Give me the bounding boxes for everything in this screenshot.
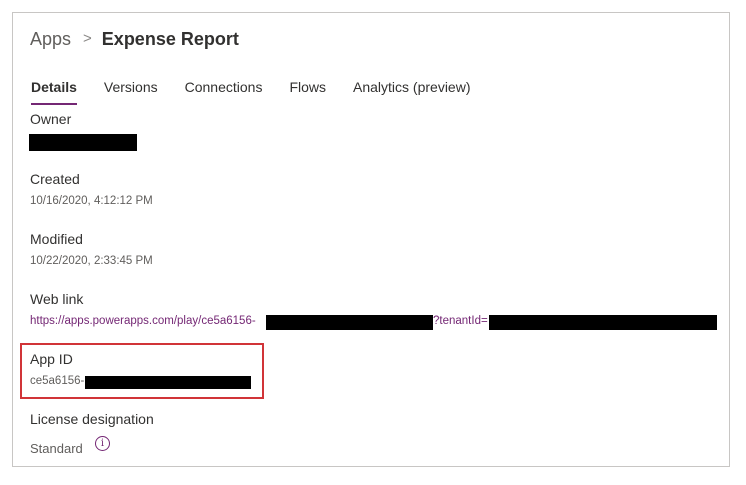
appid-redacted	[85, 376, 251, 389]
app-details-panel: Apps > Expense Report Details Versions C…	[12, 12, 730, 467]
breadcrumb: Apps > Expense Report	[30, 27, 239, 51]
weblink-tenantid-redacted	[489, 315, 717, 330]
license-value: Standard	[30, 441, 83, 456]
chevron-right-icon: >	[83, 30, 92, 47]
weblink-tenant: ?tenantId=	[433, 315, 488, 327]
tab-connections[interactable]: Connections	[185, 77, 263, 105]
license-label: License designation	[30, 411, 154, 427]
created-value: 10/16/2020, 4:12:12 PM	[30, 195, 153, 207]
breadcrumb-apps-link[interactable]: Apps	[30, 27, 71, 51]
tab-flows[interactable]: Flows	[289, 77, 326, 105]
weblink-label: Web link	[30, 291, 84, 307]
modified-label: Modified	[30, 231, 83, 247]
modified-value: 10/22/2020, 2:33:45 PM	[30, 255, 153, 267]
weblink-value[interactable]: https://apps.powerapps.com/play/ce5a6156…	[30, 315, 488, 327]
page-title: Expense Report	[101, 29, 239, 49]
appid-label: App ID	[30, 351, 73, 367]
weblink-appid-redacted	[266, 315, 433, 330]
weblink-prefix: https://apps.powerapps.com/play/ce5a6156…	[30, 315, 256, 327]
appid-value: ce5a6156-	[30, 375, 85, 387]
created-label: Created	[30, 171, 80, 187]
tab-versions[interactable]: Versions	[104, 77, 158, 105]
tab-bar: Details Versions Connections Flows Analy…	[31, 77, 498, 105]
owner-label: Owner	[30, 111, 72, 127]
tab-details[interactable]: Details	[31, 77, 77, 105]
info-icon[interactable]: i	[95, 436, 110, 451]
owner-value-redacted	[29, 134, 137, 151]
tab-analytics[interactable]: Analytics (preview)	[353, 77, 470, 105]
